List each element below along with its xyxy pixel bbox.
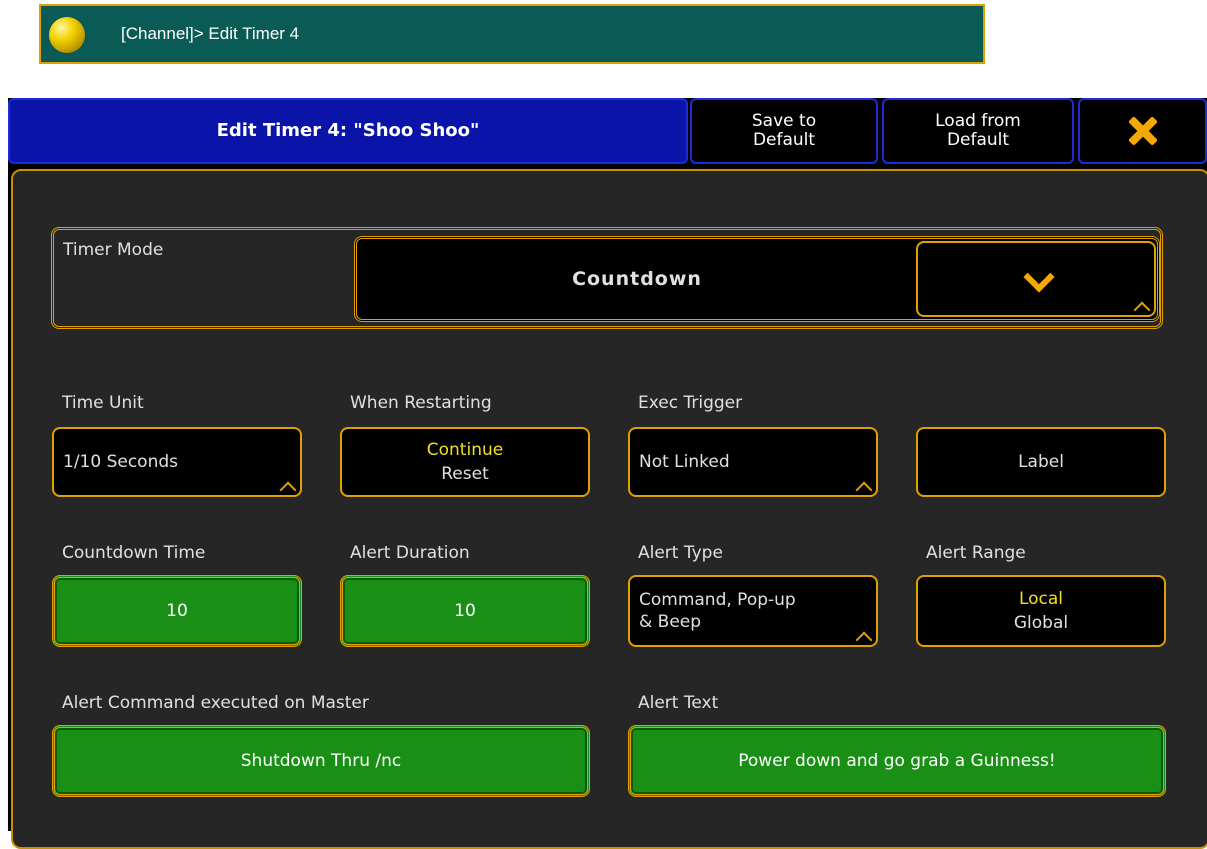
alert-duration-label: Alert Duration [350,543,470,563]
exec-trigger-label: Exec Trigger [638,393,743,413]
timer-mode-group: Timer Mode Countdown [51,227,1163,329]
timer-settings-panel: Timer Mode Countdown Time Unit When Rest… [11,169,1207,849]
countdown-time-input[interactable]: 10 [52,575,302,647]
time-unit-value: 1/10 Seconds [63,452,178,472]
alert-type-value-line1: Command, Pop-up [639,590,796,610]
time-unit-select[interactable]: 1/10 Seconds [52,427,302,497]
alert-range-toggle[interactable]: Local Global [916,575,1166,647]
alert-text-label: Alert Text [638,693,719,713]
timer-mode-dropdown-button[interactable] [916,241,1156,317]
chevron-down-icon [1023,261,1055,293]
countdown-time-label: Countdown Time [62,543,206,563]
alert-range-selected: Local [1018,589,1064,609]
timer-mode-value: Countdown [572,268,702,290]
alert-duration-input[interactable]: 10 [340,575,590,647]
timer-mode-select[interactable]: Countdown [354,236,1160,322]
alert-command-input[interactable]: Shutdown Thru /nc [52,725,590,797]
alert-range-option: Global [1013,613,1069,633]
alert-type-select[interactable]: Command, Pop-up & Beep [628,575,878,647]
load-from-default-label-line1: Load from [935,111,1021,131]
corner-indicator-icon [858,480,872,492]
corner-indicator-icon [1136,300,1150,312]
close-button[interactable] [1078,98,1207,164]
alert-type-value-line2: & Beep [639,612,702,632]
time-unit-label: Time Unit [62,393,144,413]
corner-indicator-icon [858,630,872,642]
save-to-default-label-line1: Save to [751,111,817,131]
exec-trigger-value: Not Linked [639,452,730,472]
command-line-text: [Channel]> Edit Timer 4 [121,24,300,43]
corner-indicator-icon [282,480,296,492]
load-from-default-button[interactable]: Load from Default [882,98,1074,164]
save-to-default-label-line2: Default [752,130,816,150]
status-ball-icon [49,17,85,53]
countdown-time-value: 10 [166,601,188,621]
alert-text-input[interactable]: Power down and go grab a Guinness! [628,725,1166,797]
close-x-icon [1128,116,1158,146]
when-restarting-selected: Continue [426,440,504,460]
timer-mode-label: Timer Mode [63,240,164,260]
label-button-text: Label [1018,452,1064,472]
window-title: Edit Timer 4: "Shoo Shoo" [8,98,688,164]
alert-text-value: Power down and go grab a Guinness! [738,751,1056,771]
alert-range-label: Alert Range [926,543,1026,563]
label-button[interactable]: Label [916,427,1166,497]
alert-duration-value: 10 [454,601,476,621]
alert-command-value: Shutdown Thru /nc [240,751,402,771]
when-restarting-toggle[interactable]: Continue Reset [340,427,590,497]
edit-timer-window: Edit Timer 4: "Shoo Shoo" Save to Defaul… [8,98,1207,849]
save-to-default-button[interactable]: Save to Default [690,98,878,164]
when-restarting-option: Reset [441,464,489,484]
alert-command-label: Alert Command executed on Master [62,693,369,713]
alert-type-label: Alert Type [638,543,723,563]
when-restarting-label: When Restarting [350,393,492,413]
title-bar: Edit Timer 4: "Shoo Shoo" Save to Defaul… [8,98,1207,166]
exec-trigger-select[interactable]: Not Linked [628,427,878,497]
command-line[interactable]: [Channel]> Edit Timer 4 [39,4,985,64]
load-from-default-label-line2: Default [946,130,1010,150]
